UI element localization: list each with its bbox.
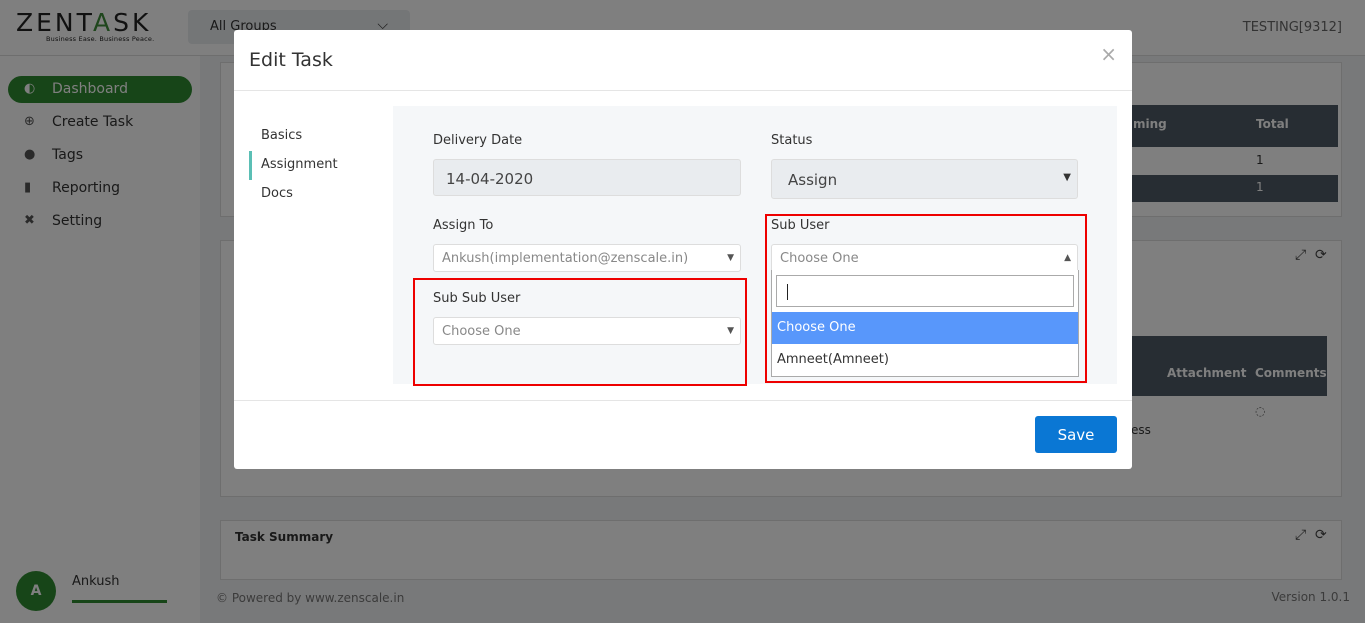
close-icon[interactable]: ×: [1100, 42, 1117, 66]
tab-docs[interactable]: Docs: [249, 180, 389, 209]
status-select-value: Assign: [788, 171, 838, 189]
delivery-date-label: Delivery Date: [433, 133, 523, 148]
tab-assignment[interactable]: Assignment: [249, 151, 389, 180]
assign-to-label: Assign To: [433, 218, 494, 233]
tab-basics[interactable]: Basics: [249, 122, 389, 151]
status-select[interactable]: Assign ▼: [771, 159, 1078, 199]
caret-down-icon: ▼: [1063, 172, 1071, 183]
annotation-box-sub-user: [765, 214, 1087, 383]
assign-to-value: Ankush(implementation@zenscale.in): [442, 251, 689, 266]
modal-title: Edit Task: [249, 49, 333, 71]
edit-task-modal: Edit Task × Basics Assignment Docs Deliv…: [234, 30, 1132, 469]
status-label: Status: [771, 133, 813, 148]
delivery-date-field[interactable]: 14-04-2020: [433, 159, 741, 196]
modal-header: Edit Task ×: [234, 30, 1132, 91]
assign-to-select[interactable]: Ankush(implementation@zenscale.in) ▼: [433, 244, 741, 272]
modal-tabs: Basics Assignment Docs: [249, 122, 389, 209]
caret-down-icon: ▼: [727, 253, 734, 263]
modal-footer-divider: [234, 400, 1132, 401]
annotation-box-sub-sub-user: [413, 278, 747, 386]
save-button[interactable]: Save: [1035, 416, 1117, 453]
